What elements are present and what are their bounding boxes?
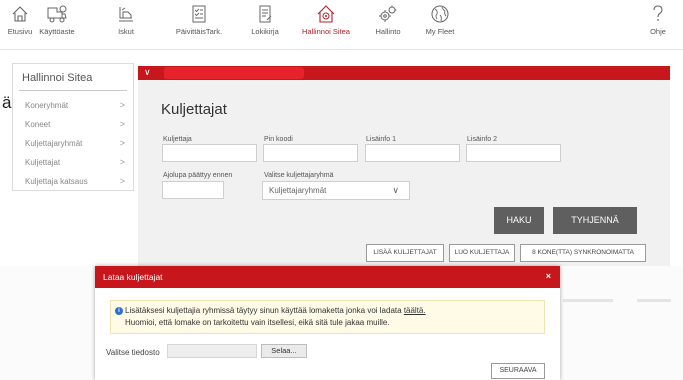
faint-footer-text bbox=[563, 299, 613, 302]
sidebar-item-koneet[interactable]: Koneet > bbox=[25, 119, 125, 129]
nav-label: Hallinnoi Sitea bbox=[302, 27, 350, 36]
expiry-date-input[interactable] bbox=[162, 181, 224, 199]
nav-label: Iskut bbox=[118, 27, 134, 36]
sidebar-divider bbox=[19, 90, 127, 91]
sidebar-item-koneryhmat[interactable]: Koneryhmät > bbox=[25, 100, 125, 110]
nav-label: My Fleet bbox=[425, 27, 455, 36]
expiry-label: Ajolupa päättyy ennen bbox=[163, 172, 233, 179]
redacted-breadcrumb bbox=[164, 67, 304, 79]
next-button[interactable]: SEURAAVA bbox=[491, 363, 545, 379]
dialog-title: Lataa kuljettajat bbox=[103, 272, 163, 282]
sidebar-item-label: Kuljettaja katsaus bbox=[25, 177, 88, 186]
info1-input[interactable] bbox=[365, 144, 460, 162]
info2-label: Lisäinfo 2 bbox=[467, 136, 497, 143]
globe-icon bbox=[431, 5, 449, 23]
sidebar-item-kuljettajaryhmat[interactable]: Kuljettajaryhmät > bbox=[25, 138, 125, 148]
top-navigation: Etusivu Käyttöaste Iskut PäivittäisTark.… bbox=[0, 0, 683, 50]
info-notice: i Lisätäksesi kuljettajia ryhmissä täyty… bbox=[110, 300, 545, 334]
nav-item-lokikirja[interactable]: Lokikirja bbox=[247, 4, 283, 36]
chevron-right-icon: > bbox=[119, 138, 125, 148]
dialog-header: Lataa kuljettajat × bbox=[95, 266, 560, 288]
nav-label: Ohje bbox=[650, 27, 666, 36]
sidebar-item-kuljettajat[interactable]: Kuljettajat > bbox=[25, 157, 125, 167]
select-value: Kuljettajaryhmät bbox=[269, 186, 327, 195]
nav-label: Etusivu bbox=[7, 27, 33, 36]
faint-footer-link bbox=[637, 299, 671, 302]
nav-item-kayttoaste[interactable]: Käyttöaste bbox=[35, 4, 79, 36]
home-icon bbox=[12, 6, 28, 22]
truck-icon bbox=[47, 5, 67, 23]
sidebar-title: Hallinnoi Sitea bbox=[22, 72, 93, 84]
panel-header: ∨ bbox=[138, 66, 670, 80]
nav-item-hallinnoi-sitea[interactable]: Hallinnoi Sitea bbox=[298, 4, 354, 36]
info1-label: Lisäinfo 1 bbox=[366, 136, 396, 143]
sidebar-item-label: Koneryhmät bbox=[25, 101, 69, 110]
nav-item-etusivu[interactable]: Etusivu bbox=[6, 4, 34, 36]
sidebar-item-kuljettaja-katsaus[interactable]: Kuljettaja katsaus > bbox=[25, 176, 125, 186]
nav-label: Käyttöaste bbox=[39, 27, 75, 36]
info2-input[interactable] bbox=[466, 144, 561, 162]
chevron-down-icon[interactable]: ∨ bbox=[144, 67, 151, 78]
nav-label: Hallinto bbox=[375, 27, 401, 36]
info-line-2: Huomioi, että lomake on tarkoitettu vain… bbox=[125, 318, 390, 327]
browse-button[interactable]: Selaa... bbox=[261, 344, 307, 358]
nav-label: Lokikirja bbox=[251, 27, 279, 36]
sidebar-item-label: Koneet bbox=[25, 120, 51, 129]
sidebar-item-label: Kuljettajaryhmät bbox=[25, 139, 83, 148]
stray-text: ä bbox=[2, 93, 12, 112]
chevron-down-icon: ∨ bbox=[392, 185, 399, 195]
nav-item-my-fleet[interactable]: My Fleet bbox=[423, 4, 457, 36]
checklist-icon bbox=[192, 5, 206, 23]
driver-input[interactable] bbox=[162, 144, 257, 162]
add-drivers-button[interactable]: LISÄÄ KULJETTAJAT bbox=[366, 244, 444, 262]
help-icon bbox=[653, 5, 663, 21]
sidebar: Hallinnoi Sitea Koneryhmät > Koneet > Ku… bbox=[12, 63, 134, 191]
sync-status-button[interactable]: 8 KONE(TTA) SYNKRONOIMATTA bbox=[520, 244, 646, 262]
create-driver-button[interactable]: LUO KULJETTAJA bbox=[449, 244, 515, 262]
close-icon[interactable]: × bbox=[546, 271, 551, 281]
nav-item-hallinto[interactable]: Hallinto bbox=[371, 4, 405, 36]
clear-button[interactable]: TYHJENNÄ bbox=[553, 207, 637, 234]
gears-icon bbox=[379, 5, 397, 22]
sidebar-item-label: Kuljettajat bbox=[25, 158, 61, 167]
chevron-right-icon: > bbox=[119, 100, 125, 110]
nav-item-ohje[interactable]: Ohje bbox=[646, 4, 670, 36]
page-title: Kuljettajat bbox=[161, 101, 227, 118]
chevron-right-icon: > bbox=[119, 176, 125, 186]
manage-site-icon bbox=[317, 5, 335, 23]
nav-item-iskut[interactable]: Iskut bbox=[113, 4, 139, 36]
pin-label: Pin koodi bbox=[264, 136, 293, 143]
grapple-icon bbox=[119, 7, 133, 22]
driver-label: Kuljettaja bbox=[163, 136, 192, 143]
upload-drivers-dialog: Lataa kuljettajat × i Lisätäksesi kuljet… bbox=[95, 266, 560, 380]
info-line-1: Lisätäksesi kuljettajia ryhmissä täytyy … bbox=[125, 306, 426, 315]
logbook-icon bbox=[259, 5, 272, 23]
pin-input[interactable] bbox=[263, 144, 358, 162]
nav-item-paivittaistark[interactable]: PäivittäisTark. bbox=[172, 4, 226, 36]
driver-group-select[interactable]: Kuljettajaryhmät ∨ bbox=[262, 181, 410, 200]
download-template-link[interactable]: täältä. bbox=[404, 306, 426, 315]
nav-label: PäivittäisTark. bbox=[175, 27, 223, 36]
info-text: Lisätäksesi kuljettajia ryhmissä täytyy … bbox=[125, 306, 402, 315]
file-label: Valitse tiedosto bbox=[106, 348, 160, 357]
info-icon: i bbox=[115, 307, 123, 315]
chevron-right-icon: > bbox=[119, 119, 125, 129]
chevron-right-icon: > bbox=[119, 157, 125, 167]
group-label: Valitse kuljettajaryhmä bbox=[264, 172, 334, 179]
file-path-input[interactable] bbox=[167, 344, 257, 358]
search-button[interactable]: HAKU bbox=[494, 207, 544, 234]
